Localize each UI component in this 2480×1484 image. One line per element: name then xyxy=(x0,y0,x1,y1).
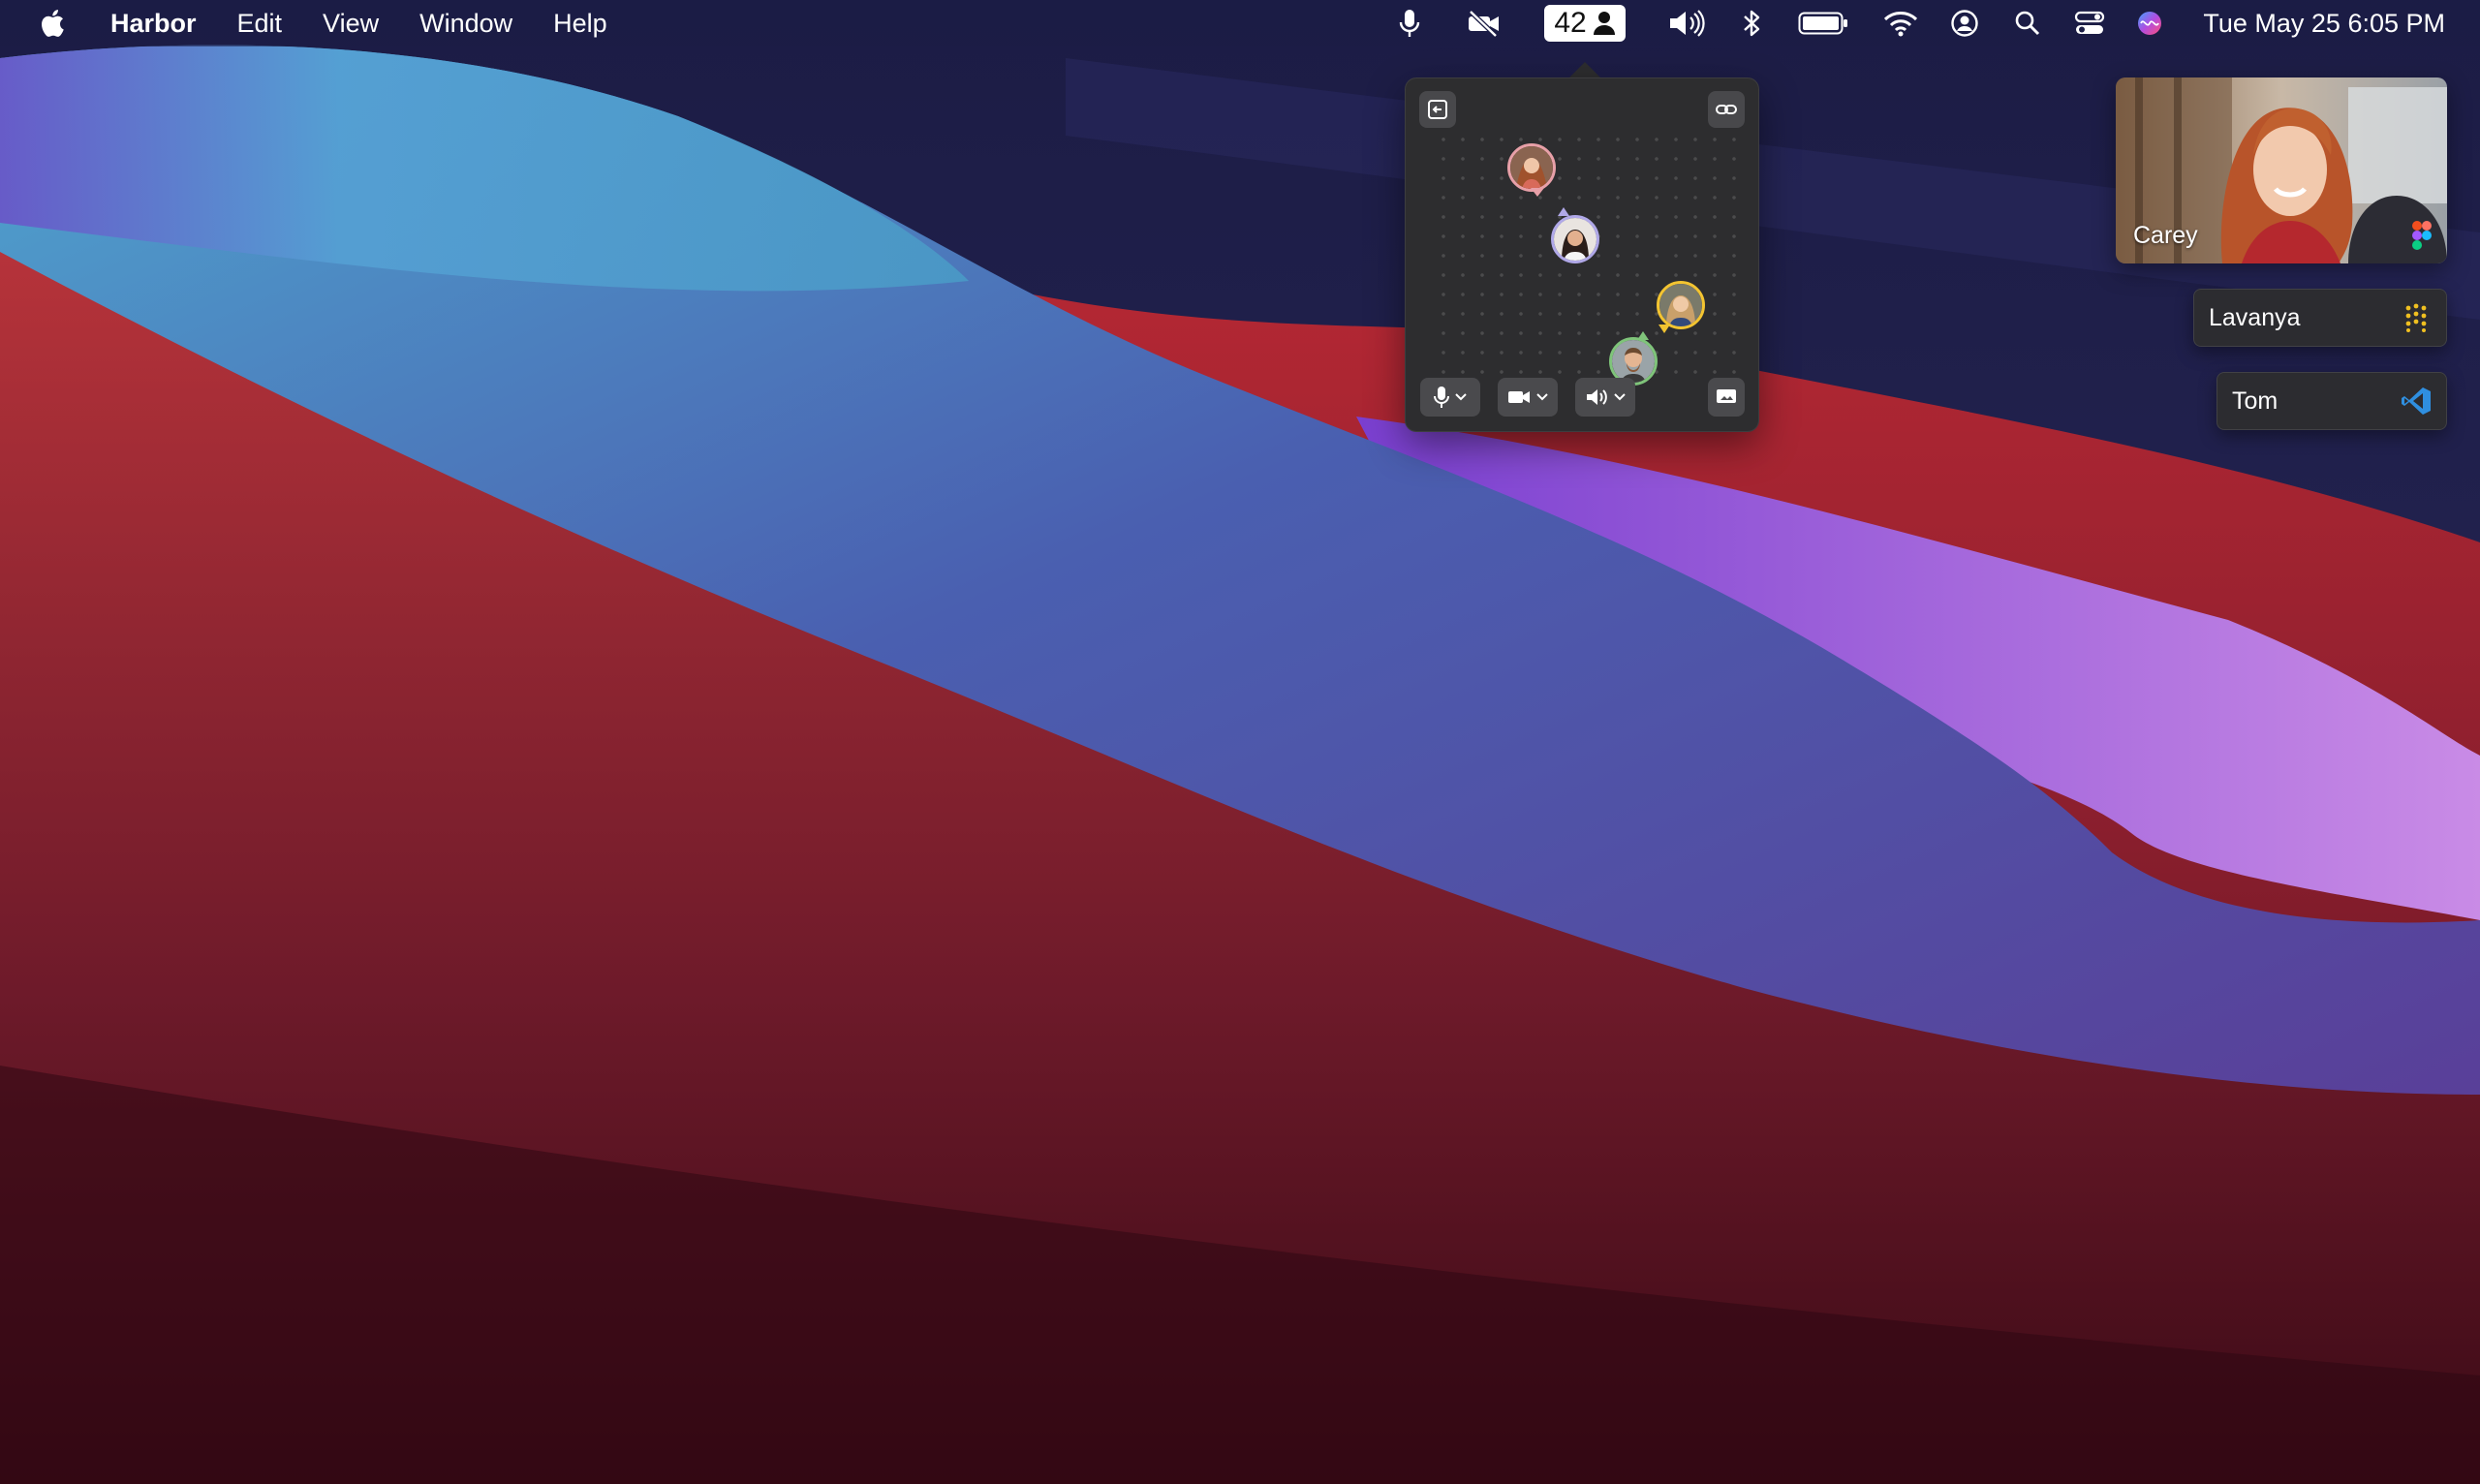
camera-icon xyxy=(1508,391,1530,403)
menubar-clock[interactable]: Tue May 25 6:05 PM xyxy=(2203,0,2445,46)
menu-bar: Harbor Edit View Window Help 42 Tue May … xyxy=(0,0,2480,46)
person-icon xyxy=(1593,12,1615,35)
menu-app-name[interactable]: Harbor xyxy=(110,9,197,39)
avatar-pointer-4 xyxy=(1637,331,1649,340)
menu-help[interactable]: Help xyxy=(553,9,607,39)
camera-dropdown[interactable] xyxy=(1498,378,1558,417)
battery-icon[interactable] xyxy=(1798,8,1848,39)
microphone-dropdown[interactable] xyxy=(1420,378,1480,417)
participant-tile-lavanya[interactable]: Lavanya xyxy=(2193,289,2447,347)
people-count-button[interactable]: 42 xyxy=(1544,5,1626,42)
participant-name: Lavanya xyxy=(2209,303,2301,331)
people-count: 42 xyxy=(1554,7,1587,39)
avatar-participant-1[interactable] xyxy=(1507,143,1556,192)
avatar-pointer-3 xyxy=(1658,325,1670,333)
avatar-pointer-2 xyxy=(1558,207,1569,216)
leave-button[interactable] xyxy=(1419,91,1456,128)
user-account-icon[interactable] xyxy=(1950,8,1979,39)
speaker-dropdown[interactable] xyxy=(1575,378,1635,417)
video-tile-name: Carey xyxy=(2133,222,2198,249)
menu-view[interactable]: View xyxy=(323,9,379,39)
desktop-wallpaper xyxy=(0,0,2480,1484)
participant-name: Tom xyxy=(2232,386,2278,415)
microphone-icon[interactable] xyxy=(1395,8,1424,39)
siri-icon[interactable] xyxy=(2135,8,2164,39)
camera-off-icon[interactable] xyxy=(1465,8,1504,39)
link-icon xyxy=(1716,105,1737,114)
apple-menu-icon[interactable] xyxy=(39,7,70,40)
bluetooth-icon[interactable] xyxy=(1740,8,1763,39)
wifi-icon[interactable] xyxy=(1883,8,1918,39)
menu-left: Harbor Edit View Window Help xyxy=(110,0,648,46)
popover-arrow xyxy=(1568,62,1601,78)
avatar-participant-3[interactable] xyxy=(1657,281,1705,329)
leave-exit-icon xyxy=(1428,100,1447,119)
avatar-pointer-1 xyxy=(1531,188,1544,197)
figma-icon xyxy=(2412,221,2432,250)
copy-link-button[interactable] xyxy=(1708,91,1745,128)
dots-grid-icon xyxy=(2405,303,2427,332)
spotlight-search-icon[interactable] xyxy=(2013,8,2042,39)
chevron-down-icon xyxy=(1536,393,1548,401)
video-tile-carey[interactable]: Carey xyxy=(2116,77,2447,263)
vscode-icon xyxy=(2402,387,2431,415)
volume-icon[interactable] xyxy=(1666,8,1709,39)
control-center-icon[interactable] xyxy=(2073,8,2106,39)
menu-window[interactable]: Window xyxy=(419,9,512,39)
screen-share-icon xyxy=(1717,389,1736,403)
participant-tile-tom[interactable]: Tom xyxy=(2216,372,2447,430)
menu-edit[interactable]: Edit xyxy=(237,9,283,39)
chevron-down-icon xyxy=(1455,393,1467,401)
harbor-popover xyxy=(1405,77,1759,432)
chevron-down-icon xyxy=(1614,393,1626,401)
avatar-participant-2[interactable] xyxy=(1551,215,1599,263)
speaker-icon xyxy=(1587,389,1607,405)
microphone-icon xyxy=(1434,386,1449,408)
screen-share-button[interactable] xyxy=(1708,378,1745,417)
